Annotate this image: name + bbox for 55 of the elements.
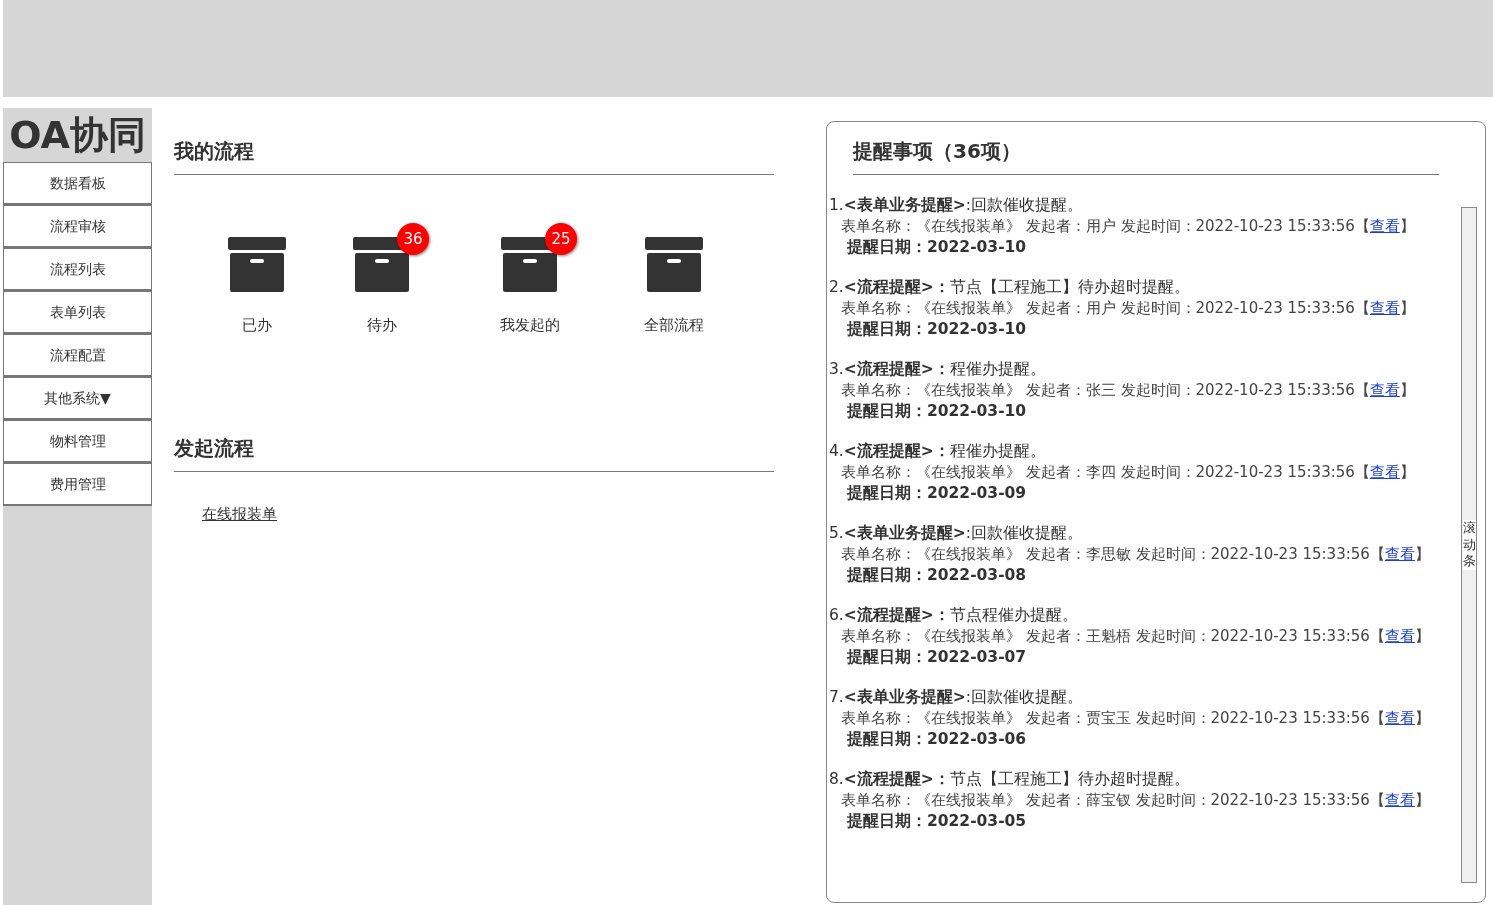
reminder-date: 提醒日期：2022-03-08 [845, 565, 1028, 586]
flow-link[interactable]: 我发起的 [500, 316, 560, 335]
reminder-detail: 表单名称：《在线报装单》 发起者：用户 发起时间：2022-10-23 15:33:56【查看】 [840, 216, 1416, 237]
reminder-heading: 1.<表单业务提醒>:回款催收提醒。 [829, 195, 1084, 216]
reminder-date: 提醒日期：2022-03-05 [845, 811, 1028, 832]
reminder-detail: 表单名称：《在线报装单》 发起者：用户 发起时间：2022-10-23 15:33:56【查看】 [840, 298, 1416, 319]
view-link[interactable]: 查看 [1384, 709, 1415, 727]
sidebar-item[interactable]: 流程审核 [3, 205, 152, 248]
sidebar-item[interactable]: 费用管理 [3, 463, 152, 506]
reminder-date: 提醒日期：2022-03-10 [845, 237, 1028, 258]
reminder-heading: 7.<表单业务提醒>:回款催收提醒。 [829, 687, 1084, 708]
count-badge: 36 [397, 223, 429, 255]
reminder-detail: 表单名称：《在线报装单》 发起者：张三 发起时间：2022-10-23 15:33:56【查看】 [840, 380, 1416, 401]
reminder-heading: 5.<表单业务提醒>:回款催收提醒。 [829, 523, 1084, 544]
app-logo: OA协同 [8, 112, 147, 159]
flow-link[interactable]: 已办 [242, 316, 272, 335]
reminder-heading: 6.<流程提醒>：节点程催办提醒。 [829, 605, 1079, 626]
reminder-date: 提醒日期：2022-03-09 [845, 483, 1028, 504]
view-link[interactable]: 查看 [1384, 791, 1415, 809]
view-link[interactable]: 查看 [1369, 217, 1400, 235]
reminder-detail: 表单名称：《在线报装单》 发起者：薛宝钗 发起时间：2022-10-23 15:33:56【查看】 [840, 790, 1431, 811]
sidebar-item[interactable]: 流程配置 [3, 334, 152, 377]
sidebar-item[interactable]: 物料管理 [3, 420, 152, 463]
scrollbar-label: 滚动条 [1462, 519, 1476, 571]
flow-link[interactable]: 待办 [367, 316, 397, 335]
count-badge: 25 [545, 223, 577, 255]
archive-box-icon[interactable] [645, 237, 703, 292]
view-link[interactable]: 查看 [1384, 627, 1415, 645]
reminder-detail: 表单名称：《在线报装单》 发起者：贾宝玉 发起时间：2022-10-23 15:33:56【查看】 [840, 708, 1431, 729]
form-link[interactable]: 在线报装单 [202, 505, 277, 523]
sidebar-item[interactable]: 流程列表 [3, 248, 152, 291]
reminder-detail: 表单名称：《在线报装单》 发起者：李思敏 发起时间：2022-10-23 15:33:56【查看】 [840, 544, 1431, 565]
sidebar-item[interactable]: 表单列表 [3, 291, 152, 334]
reminder-heading: 2.<流程提醒>：节点【工程施工】待办超时提醒。 [829, 277, 1191, 298]
section-title: 我的流程 [174, 138, 774, 175]
reminder-date: 提醒日期：2022-03-10 [845, 401, 1028, 422]
view-link[interactable]: 查看 [1384, 545, 1415, 563]
reminder-heading: 8.<流程提醒>：节点【工程施工】待办超时提醒。 [829, 769, 1191, 790]
panel-title: 提醒事项（36项） [853, 136, 1439, 175]
scrollbar[interactable]: 滚动条 [1461, 207, 1477, 883]
archive-box-icon[interactable] [228, 237, 286, 292]
reminder-detail: 表单名称：《在线报装单》 发起者：李四 发起时间：2022-10-23 15:33:56【查看】 [840, 462, 1416, 483]
section-title: 发起流程 [174, 435, 774, 472]
reminder-heading: 4.<流程提醒>：程催办提醒。 [829, 441, 1047, 462]
view-link[interactable]: 查看 [1369, 299, 1400, 317]
sidebar-item[interactable]: 数据看板 [3, 162, 152, 205]
reminder-date: 提醒日期：2022-03-10 [845, 319, 1028, 340]
reminder-detail: 表单名称：《在线报装单》 发起者：王魁梧 发起时间：2022-10-23 15:33:56【查看】 [840, 626, 1431, 647]
flow-link[interactable]: 全部流程 [644, 316, 704, 335]
sidebar-item[interactable]: 其他系统▼ [3, 377, 152, 420]
reminder-heading: 3.<流程提醒>：程催办提醒。 [829, 359, 1047, 380]
reminder-date: 提醒日期：2022-03-07 [845, 647, 1028, 668]
reminder-date: 提醒日期：2022-03-06 [845, 729, 1028, 750]
view-link[interactable]: 查看 [1369, 381, 1400, 399]
view-link[interactable]: 查看 [1369, 463, 1400, 481]
